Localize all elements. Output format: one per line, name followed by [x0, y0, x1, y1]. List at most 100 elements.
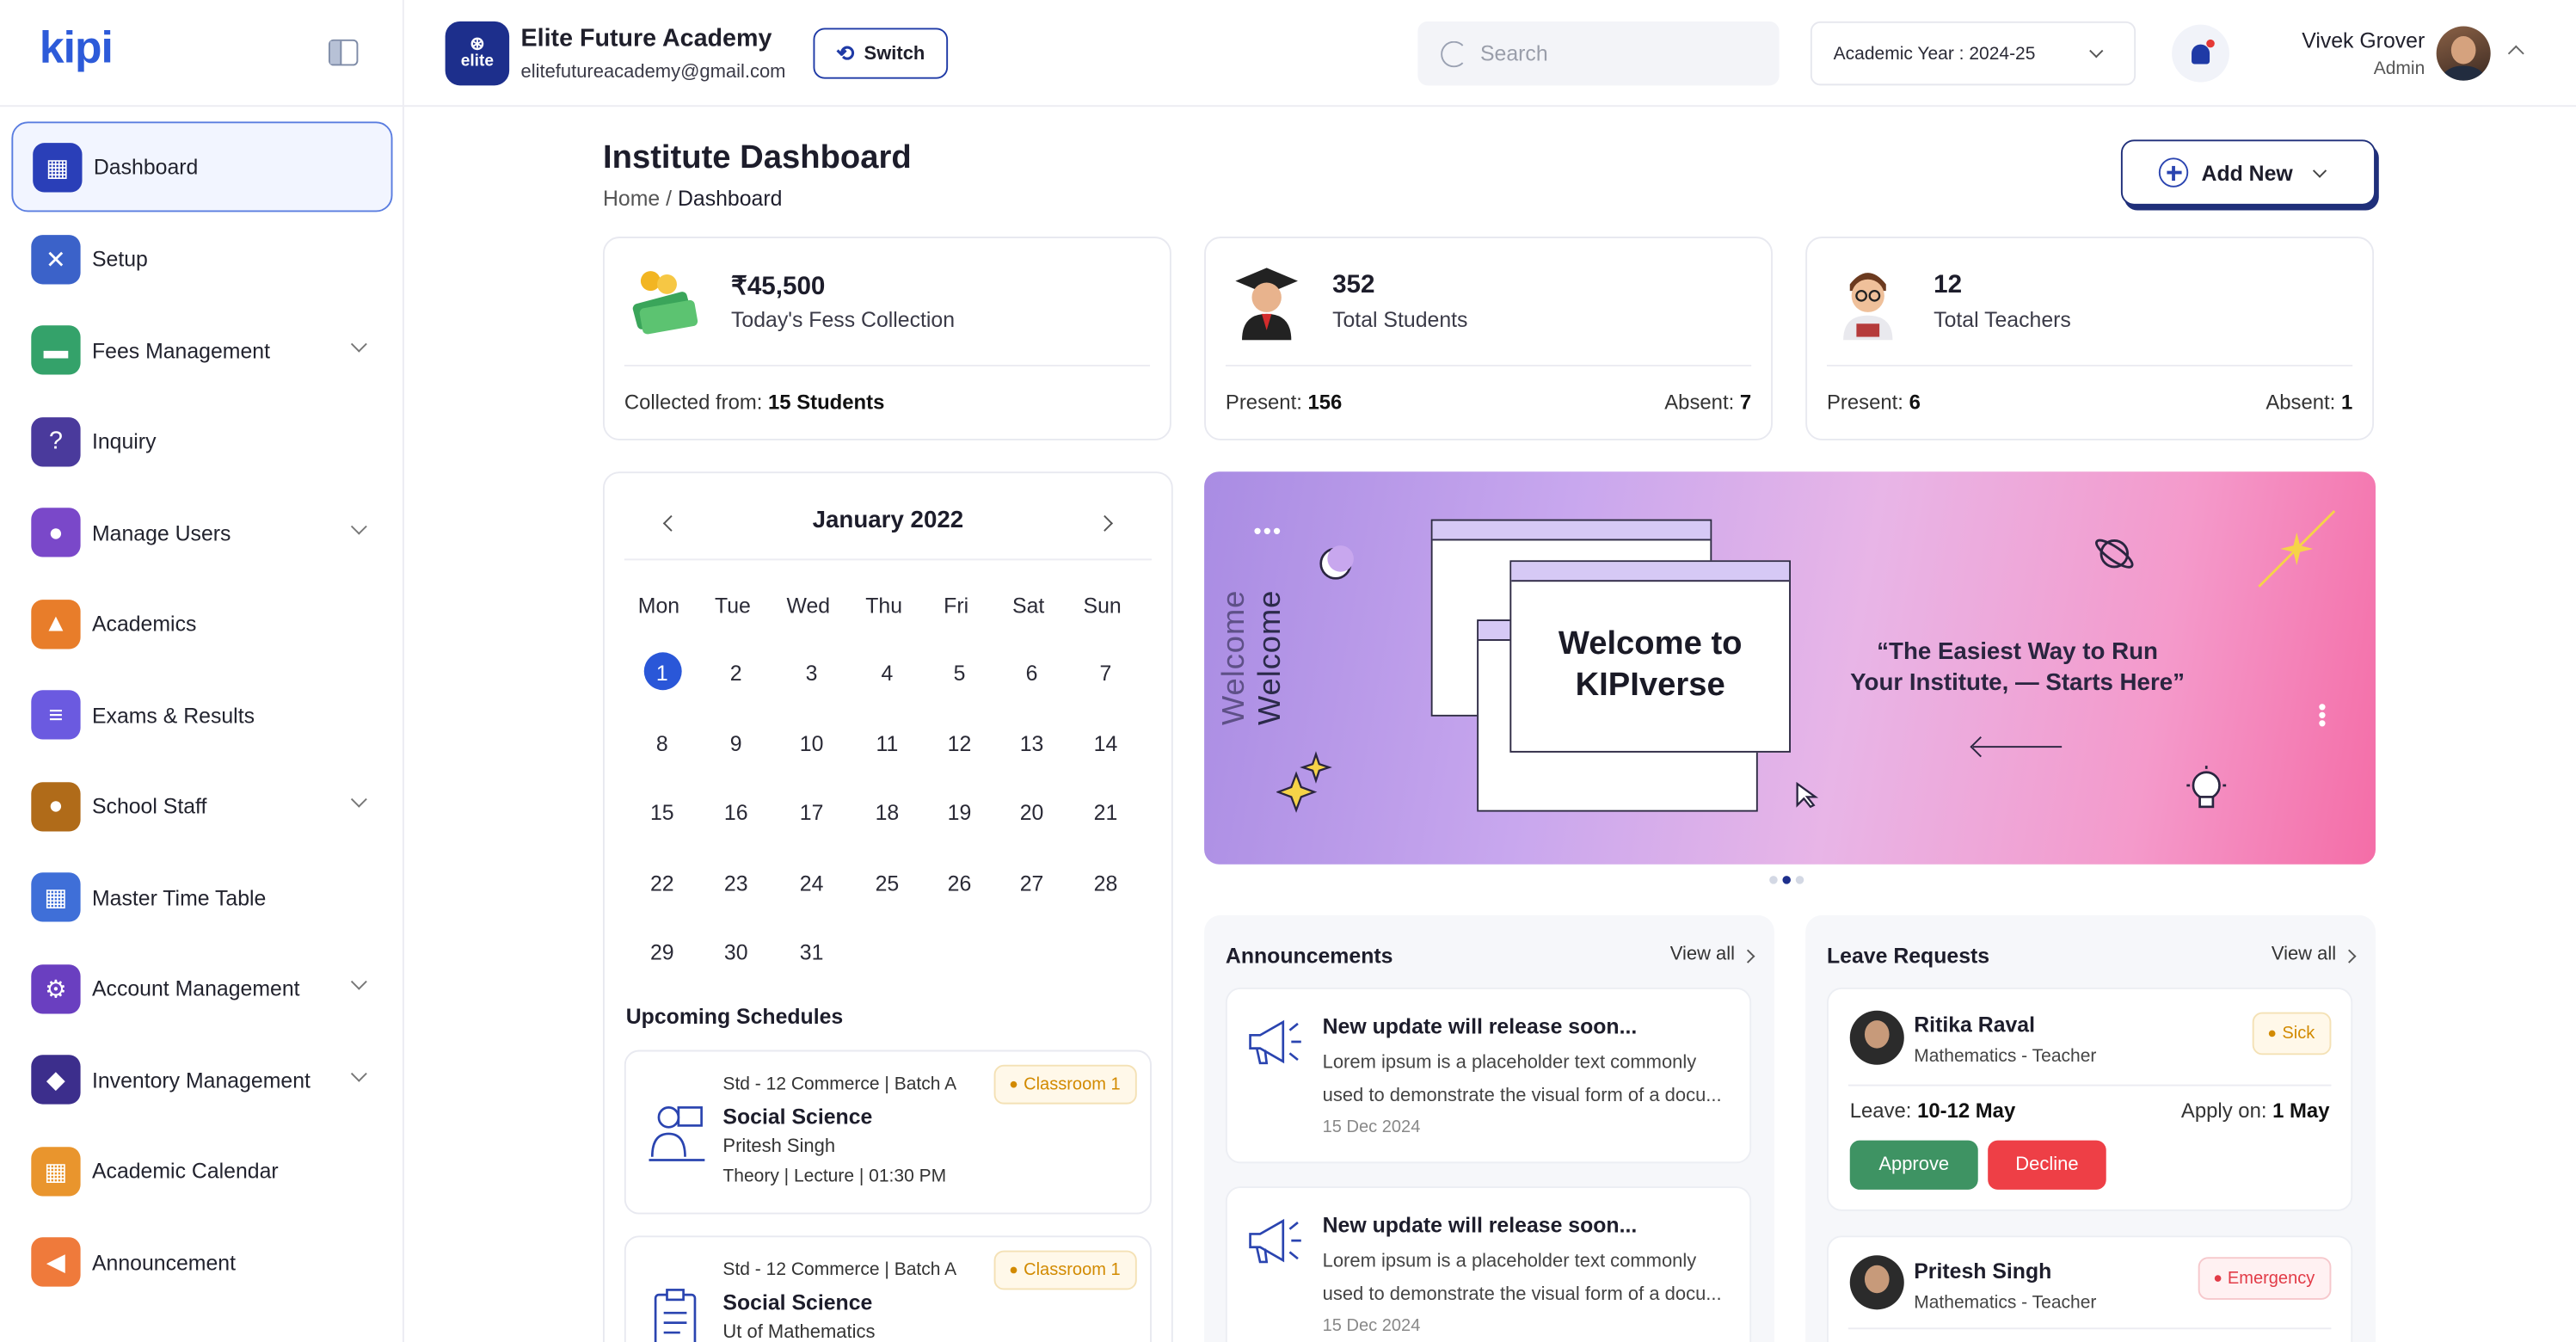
sidebar: kipi ▦ Dashboard ✕ Setup ▬ Fees Management? In… — [0, 0, 404, 1342]
breadcrumb: Home / Dashboard — [603, 186, 782, 211]
calendar-day[interactable]: 16 — [704, 800, 769, 825]
academic-year-select[interactable]: Academic Year : 2024-25 — [1810, 21, 2136, 86]
carousel-indicator[interactable] — [1769, 876, 1804, 884]
more-vertical-icon[interactable]: • • • — [2318, 695, 2326, 735]
sidebar-toggle-icon[interactable] — [329, 39, 359, 66]
sidebar-item-announcement[interactable]: ◀ Announcement — [11, 1216, 392, 1308]
sidebar-item-school-staff[interactable]: ● School Staff — [11, 760, 392, 852]
calendar-day[interactable]: 7 — [1073, 661, 1138, 686]
staff-icon: ● — [31, 781, 81, 832]
chevron-down-icon — [2089, 44, 2104, 58]
leave-type-label: Emergency — [2227, 1268, 2315, 1289]
chevron-down-icon[interactable] — [350, 1064, 367, 1081]
quote-line1: “The Easiest Way to Run — [1877, 639, 2158, 666]
card-divider — [1827, 365, 2353, 366]
calendar-day-number: 3 — [805, 660, 818, 686]
sidebar-item-exams-results[interactable]: ≡ Exams & Results — [11, 669, 392, 760]
calendar-day-number: 26 — [947, 870, 972, 896]
calendar-day[interactable]: 11 — [854, 730, 919, 755]
teachers-value: 12 — [1934, 271, 1963, 299]
sidebar-item-master-time-table[interactable]: ▦ Master Time Table — [11, 852, 392, 943]
chevron-down-icon[interactable] — [350, 517, 367, 534]
sidebar-item-label: Inventory Management — [91, 1068, 310, 1093]
calendar-day[interactable]: 8 — [630, 730, 695, 755]
sidebar-divider — [0, 105, 404, 108]
calendar-day[interactable]: 3 — [778, 661, 844, 686]
sidebar-item-academics[interactable]: ▲ Academics — [11, 578, 392, 669]
announcement-item[interactable]: New update will release soon... Lorem ip… — [1225, 1186, 1752, 1342]
add-new-button[interactable]: Add New — [2120, 139, 2376, 206]
calendar-day[interactable]: 28 — [1073, 870, 1138, 895]
calendar-day[interactable]: 25 — [854, 870, 919, 895]
sidebar-item-inquiry[interactable]: ? Inquiry — [11, 396, 392, 487]
calendar-day[interactable]: 24 — [778, 870, 844, 895]
sidebar-item-academic-calendar[interactable]: ▦ Academic Calendar — [11, 1125, 392, 1216]
fees-collection-card: ₹45,500 Today's Fess Collection Collecte… — [602, 237, 1171, 440]
calendar-day[interactable]: 2 — [704, 661, 769, 686]
calendar-day[interactable]: 9 — [704, 730, 769, 755]
calendar-day[interactable]: 23 — [704, 870, 769, 895]
search-placeholder: Search — [1479, 40, 1548, 66]
chevron-down-icon[interactable] — [350, 791, 367, 808]
notifications-button[interactable] — [2172, 24, 2229, 83]
calendar-day[interactable]: 15 — [630, 800, 695, 825]
carousel-dot[interactable] — [1769, 876, 1778, 884]
sidebar-item-fees-management[interactable]: ▬ Fees Management — [11, 305, 392, 396]
search-input[interactable]: Search — [1417, 21, 1780, 86]
calendar-day-selected[interactable]: 1 — [630, 652, 695, 691]
announcement-item[interactable]: New update will release soon... Lorem ip… — [1225, 987, 1752, 1164]
calendar-day[interactable]: 13 — [999, 730, 1064, 755]
carousel-dot[interactable] — [1795, 876, 1804, 884]
calendar-day[interactable]: 31 — [778, 940, 844, 965]
calendar-day[interactable]: 10 — [778, 730, 844, 755]
chevron-down-icon[interactable] — [350, 973, 367, 990]
leave-dates: Leave: 10-12 May — [1850, 1099, 2016, 1123]
chevron-down-icon[interactable] — [350, 335, 367, 352]
weekday-label: Thu — [865, 593, 903, 619]
sidebar-item-label: Dashboard — [93, 154, 199, 180]
chevron-up-icon[interactable] — [2507, 45, 2524, 62]
sidebar-item-account-management[interactable]: ⚙ Account Management — [11, 943, 392, 1034]
sidebar-item-setup[interactable]: ✕ Setup — [11, 213, 392, 305]
calendar-day[interactable]: 22 — [630, 870, 695, 895]
calendar-day[interactable]: 5 — [926, 661, 992, 686]
calendar-day-number: 23 — [723, 870, 748, 896]
calendar-day-number: 20 — [1019, 800, 1044, 825]
user-avatar[interactable] — [2436, 26, 2491, 81]
calendar-day[interactable]: 21 — [1073, 800, 1138, 825]
sidebar-item-dashboard[interactable]: ▦ Dashboard — [11, 121, 393, 212]
calendar-day[interactable]: 29 — [630, 940, 695, 965]
kipi-logo[interactable]: kipi — [40, 23, 114, 74]
megaphone-icon — [1249, 1218, 1301, 1264]
calendar-day[interactable]: 27 — [999, 870, 1064, 895]
carousel-dot-active[interactable] — [1782, 876, 1791, 884]
arrow-left-icon — [1973, 746, 2063, 748]
star-burst-icon — [2258, 510, 2336, 588]
welcome-banner[interactable]: ••• Welcome Welcome Welcome to KIPIverse … — [1204, 471, 2376, 865]
decline-button[interactable]: Decline — [1988, 1140, 2106, 1190]
sidebar-item-inventory-management[interactable]: ◆ Inventory Management — [11, 1034, 392, 1125]
schedule-card[interactable]: Std - 12 Commerce | Batch A Social Scien… — [624, 1235, 1152, 1342]
calendar-day[interactable]: 26 — [926, 870, 992, 895]
calendar-day[interactable]: 6 — [999, 661, 1064, 686]
sidebar-item-label: Master Time Table — [91, 885, 267, 910]
calendar-day[interactable]: 12 — [926, 730, 992, 755]
calendar-day[interactable]: 18 — [854, 800, 919, 825]
absent-value: 1 — [2340, 391, 2353, 415]
breadcrumb-home[interactable]: Home — [603, 186, 660, 211]
approve-button[interactable]: Approve — [1849, 1140, 1978, 1190]
announcements-view-all-link[interactable]: View all — [1670, 945, 1735, 964]
present-label: Present: — [1827, 391, 1909, 415]
sidebar-item-manage-users[interactable]: ● Manage Users — [11, 487, 392, 578]
calendar-day[interactable]: 19 — [926, 800, 992, 825]
calendar-day[interactable]: 17 — [778, 800, 844, 825]
calendar-day[interactable]: 4 — [854, 661, 919, 686]
switch-button[interactable]: ⟲ Switch — [813, 28, 949, 79]
calendar-day[interactable]: 14 — [1073, 730, 1138, 755]
leave-requests-view-all-link[interactable]: View all — [2272, 945, 2336, 964]
schedule-card[interactable]: Std - 12 Commerce | Batch A Social Scien… — [624, 1050, 1152, 1215]
calendar-day[interactable]: 30 — [704, 940, 769, 965]
user-role: Admin — [2373, 58, 2425, 79]
calendar-day[interactable]: 20 — [999, 800, 1064, 825]
classroom-label: Classroom 1 — [1024, 1260, 1121, 1280]
